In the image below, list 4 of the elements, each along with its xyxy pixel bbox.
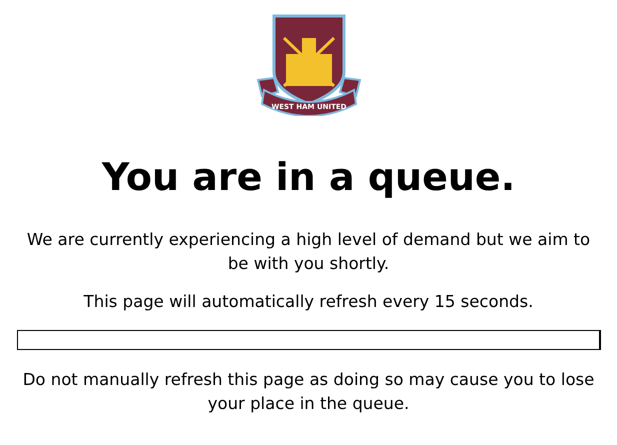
info-text: We are currently experiencing a high level of demand but we aim to be with you shortly. [26,229,592,275]
heading: You are in a queue. [102,154,516,200]
info-text: This page will automatically refresh every 15 seconds. [84,291,534,313]
notice-text: Do not manually refresh this page as doing so may cause you to lose your place in the queue. [22,369,596,415]
